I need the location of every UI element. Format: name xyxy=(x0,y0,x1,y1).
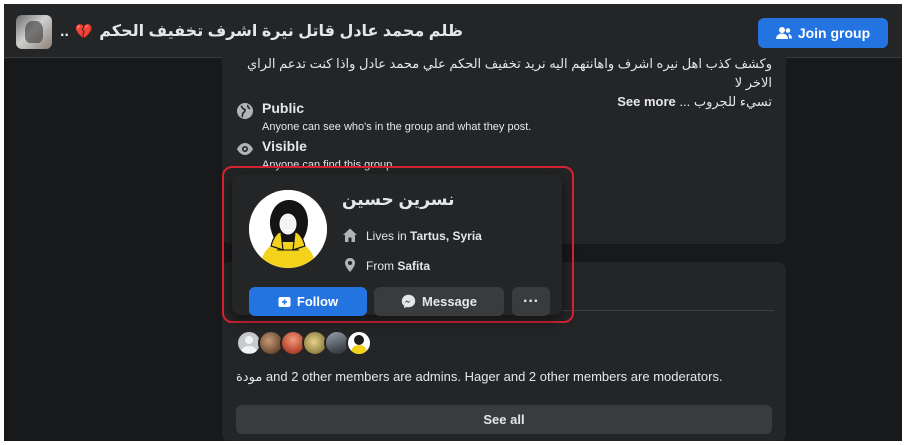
group-cover-thumbnail[interactable] xyxy=(16,15,52,49)
facebook-group-page: ظلم محمد عادل قاتل نيرة اشرف تخفيف الحكم… xyxy=(4,4,902,441)
privacy-subtitle: Anyone can see who's in the group and wh… xyxy=(262,121,532,133)
avatar-illustration xyxy=(351,335,367,354)
profile-name[interactable]: نسرين حسين xyxy=(342,190,454,210)
admins-summary: مودة and 2 other members are admins. Hag… xyxy=(236,369,723,384)
more-options-button[interactable]: ··· xyxy=(512,287,550,316)
from-prefix: From xyxy=(366,259,394,273)
join-group-label: Join group xyxy=(797,25,871,41)
message-button[interactable]: Message xyxy=(374,287,504,316)
privacy-title: Public xyxy=(262,100,305,116)
group-description: وكشف كذب اهل نيره اشرف واهانتهم اليه نري… xyxy=(236,54,772,111)
location-pin-icon xyxy=(345,258,355,272)
follow-icon xyxy=(278,297,291,307)
member-avatar[interactable] xyxy=(346,330,372,356)
eye-icon xyxy=(237,143,253,155)
description-line: وكشف كذب اهل نيره اشرف واهانتهم اليه نري… xyxy=(247,56,772,90)
message-label: Message xyxy=(422,294,477,309)
follow-button[interactable]: Follow xyxy=(249,287,367,316)
description-line: تسيء للجروب ... xyxy=(679,94,772,109)
profile-avatar[interactable] xyxy=(249,190,327,268)
section-divider xyxy=(562,310,774,311)
see-all-button[interactable]: See all xyxy=(236,405,772,434)
follow-label: Follow xyxy=(296,294,339,309)
from-place[interactable]: Safita xyxy=(397,259,430,273)
see-more-link[interactable]: See more xyxy=(617,94,676,109)
group-name: ظلم محمد عادل قاتل نيرة اشرف تخفيف الحكم xyxy=(99,23,463,40)
profile-hover-card: نسرين حسين Lives in Tartus, Syria From S… xyxy=(232,174,562,316)
join-group-button[interactable]: Join group xyxy=(758,18,888,48)
title-ellipsis: .. xyxy=(60,23,69,40)
home-icon xyxy=(343,228,357,242)
more-dots-icon: ··· xyxy=(523,292,539,310)
profile-illustration xyxy=(249,190,327,268)
lives-in-place[interactable]: Tartus, Syria xyxy=(410,229,482,243)
messenger-icon xyxy=(401,294,416,309)
broken-heart-icon: 💔 xyxy=(75,23,93,39)
visibility-title: Visible xyxy=(262,138,307,154)
default-person-icon xyxy=(241,336,257,353)
people-icon xyxy=(775,27,792,39)
globe-icon xyxy=(237,103,253,119)
lives-in-prefix: Lives in xyxy=(366,229,407,243)
group-title[interactable]: ظلم محمد عادل قاتل نيرة اشرف تخفيف الحكم… xyxy=(60,21,463,41)
